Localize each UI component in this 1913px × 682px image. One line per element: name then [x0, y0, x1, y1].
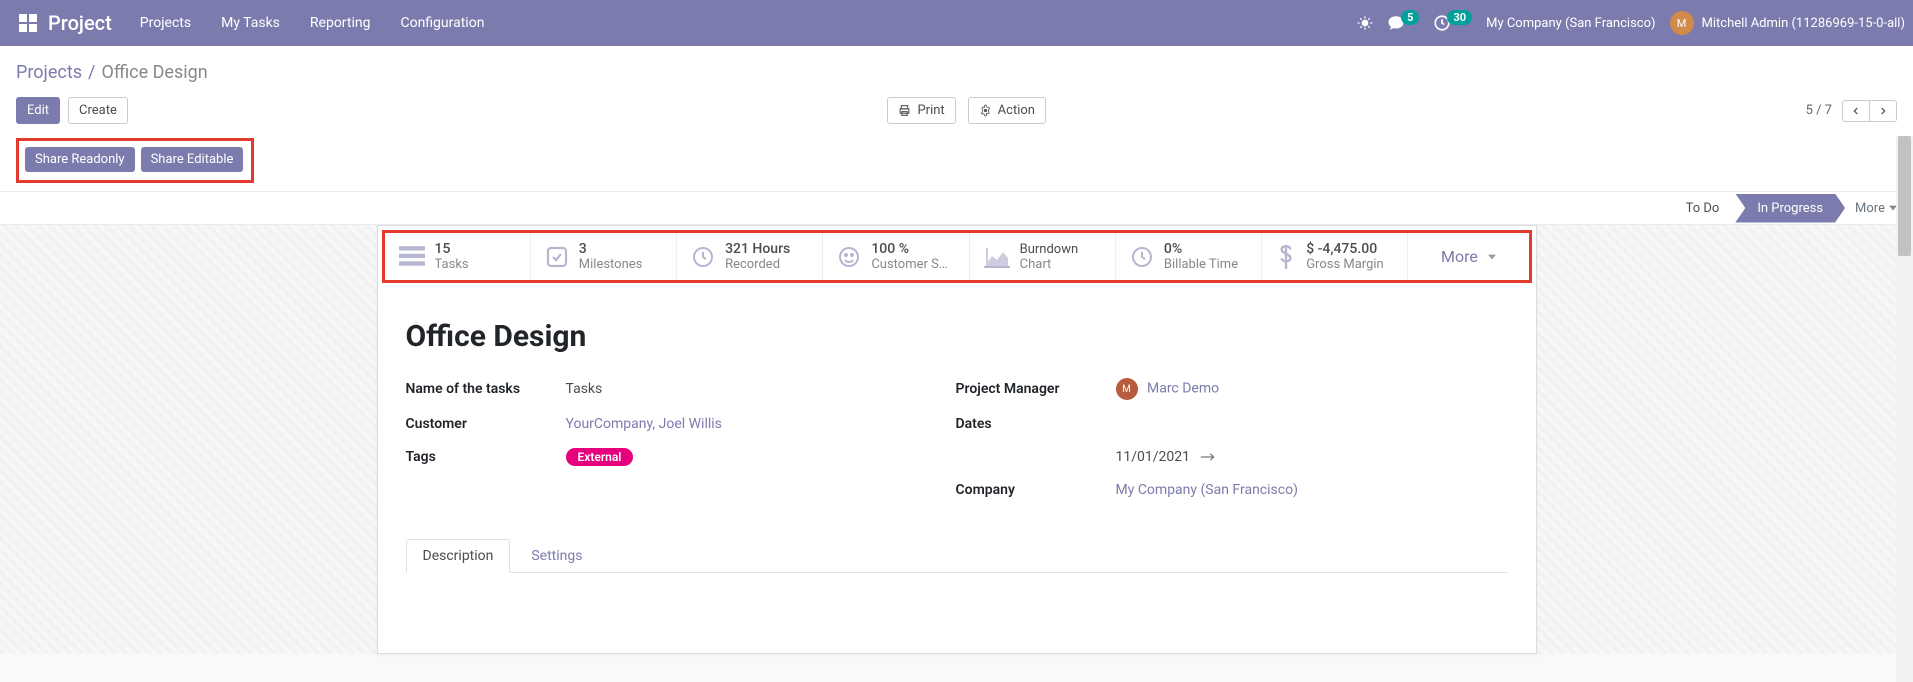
messaging-count: 5 [1401, 10, 1419, 25]
pager-counter[interactable]: 5 / 7 [1806, 103, 1832, 118]
tasks-icon [399, 246, 425, 268]
area-chart-icon [984, 246, 1010, 268]
status-in-progress[interactable]: In Progress [1735, 194, 1845, 223]
activities-count: 30 [1447, 10, 1472, 25]
stat-customer-satisfaction[interactable]: 100 %Customer S… [823, 233, 969, 280]
user-name: Mitchell Admin (11286969-15-0-all) [1702, 16, 1905, 31]
label-company: Company [956, 482, 1116, 498]
value-tasks-name: Tasks [566, 381, 956, 397]
label-tags: Tags [406, 449, 566, 465]
chevron-left-icon [1851, 105, 1861, 117]
clock-icon [1130, 245, 1154, 269]
smile-icon [837, 245, 861, 269]
status-todo[interactable]: To Do [1670, 195, 1736, 222]
tab-description[interactable]: Description [406, 539, 511, 573]
user-menu[interactable]: M Mitchell Admin (11286969-15-0-all) [1670, 11, 1905, 35]
check-icon [545, 245, 569, 269]
vertical-scrollbar[interactable] [1896, 136, 1913, 682]
form-view: 15Tasks 3Milestones 321 HoursRecorded 10… [0, 225, 1913, 654]
page-title: Office Design [406, 319, 1508, 354]
systray: 5 30 My Company (San Francisco) M Mitche… [1357, 11, 1905, 35]
stat-buttons-row: 15Tasks 3Milestones 321 HoursRecorded 10… [382, 230, 1532, 283]
apps-icon[interactable] [16, 11, 40, 35]
stat-hours-recorded[interactable]: 321 HoursRecorded [677, 233, 823, 280]
avatar: M [1670, 11, 1694, 35]
edit-buttons: Edit Create [16, 97, 128, 124]
arrow-right-icon [1200, 452, 1216, 462]
label-dates: Dates [956, 416, 1116, 432]
share-editable-button[interactable]: Share Editable [141, 147, 244, 172]
chevron-right-icon [1878, 105, 1888, 117]
fields-grid: Name of the tasks Tasks Project Manager … [406, 378, 1508, 498]
notebook-tabs: Description Settings [406, 538, 1508, 573]
print-button[interactable]: Print [887, 97, 955, 124]
action-button[interactable]: Action [968, 97, 1046, 124]
breadcrumb-root[interactable]: Projects [16, 62, 82, 83]
stat-gross-margin[interactable]: $ -4,475.00Gross Margin [1262, 233, 1408, 280]
value-dates: 11/01/2021 [1116, 449, 1456, 465]
main-menu: Projects My Tasks Reporting Configuratio… [140, 15, 485, 31]
stat-burndown-chart[interactable]: BurndownChart [970, 233, 1116, 280]
value-project-manager: M Marc Demo [1116, 378, 1456, 400]
label-project-manager: Project Manager [956, 381, 1116, 397]
form-sheet: 15Tasks 3Milestones 321 HoursRecorded 10… [377, 225, 1537, 654]
control-panel: Projects / Office Design Edit Create Pri… [0, 46, 1913, 191]
breadcrumb-current: Office Design [101, 62, 207, 83]
edit-button[interactable]: Edit [16, 97, 60, 124]
activities-icon[interactable]: 30 [1433, 14, 1472, 32]
breadcrumb-sep: / [88, 62, 95, 83]
menu-reporting[interactable]: Reporting [310, 15, 371, 31]
share-buttons-box: Share Readonly Share Editable [16, 138, 254, 183]
value-customer[interactable]: YourCompany, Joel Willis [566, 416, 956, 432]
value-company[interactable]: My Company (San Francisco) [1116, 482, 1456, 498]
date-start: 11/01/2021 [1116, 449, 1191, 465]
label-customer: Customer [406, 416, 566, 432]
top-navbar: Project Projects My Tasks Reporting Conf… [0, 0, 1913, 46]
scrollbar-thumb[interactable] [1898, 136, 1911, 256]
breadcrumb: Projects / Office Design [16, 54, 1897, 91]
pager-next[interactable] [1870, 100, 1897, 122]
app-brand[interactable]: Project [48, 11, 112, 35]
label-tasks-name: Name of the tasks [406, 381, 566, 397]
create-button[interactable]: Create [68, 97, 128, 124]
messaging-icon[interactable]: 5 [1387, 14, 1419, 32]
menu-projects[interactable]: Projects [140, 15, 191, 31]
dollar-icon [1276, 244, 1296, 270]
debug-icon[interactable] [1357, 15, 1373, 31]
menu-configuration[interactable]: Configuration [400, 15, 484, 31]
status-bar: To Do In Progress More [0, 191, 1913, 225]
caret-down-icon [1488, 253, 1496, 261]
project-manager-link[interactable]: Marc Demo [1147, 381, 1219, 397]
tab-settings[interactable]: Settings [514, 539, 599, 573]
tag-external[interactable]: External [566, 448, 634, 466]
company-switcher[interactable]: My Company (San Francisco) [1486, 16, 1655, 31]
menu-my-tasks[interactable]: My Tasks [221, 15, 280, 31]
stat-billable-time[interactable]: 0%Billable Time [1116, 233, 1262, 280]
pager-prev[interactable] [1842, 100, 1870, 122]
stat-milestones[interactable]: 3Milestones [531, 233, 677, 280]
stat-tasks[interactable]: 15Tasks [385, 233, 531, 280]
clock-icon [691, 245, 715, 269]
stat-more[interactable]: More [1408, 233, 1528, 280]
share-readonly-button[interactable]: Share Readonly [25, 147, 135, 172]
avatar: M [1116, 378, 1138, 400]
